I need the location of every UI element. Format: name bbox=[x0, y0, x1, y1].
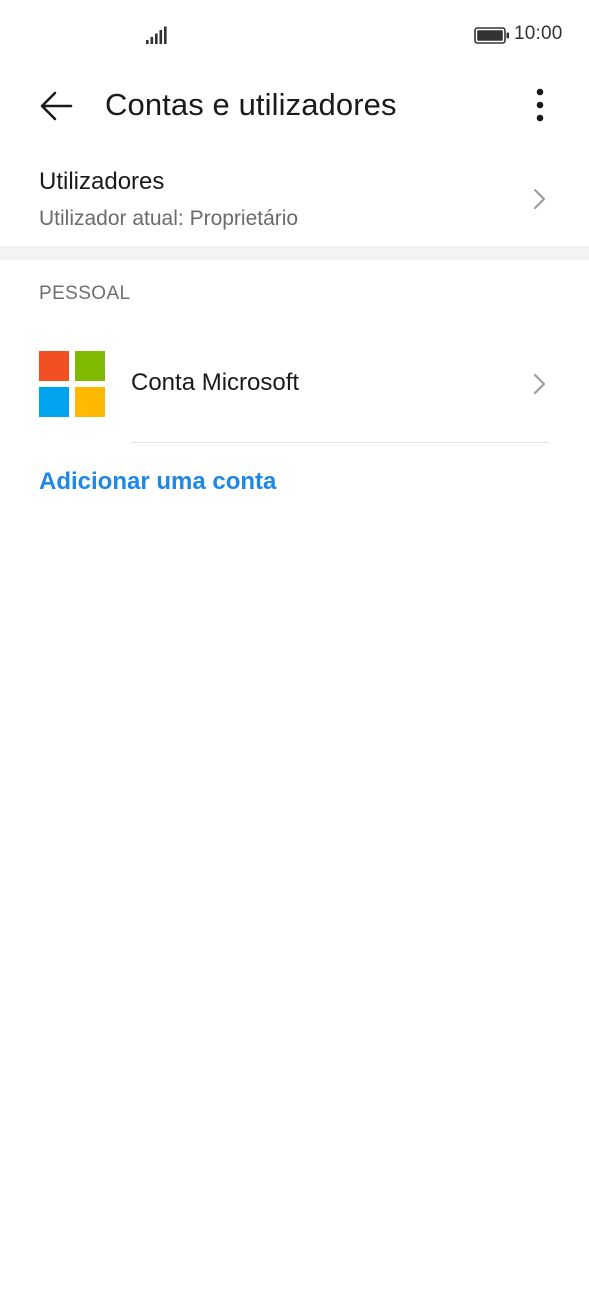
list-divider bbox=[131, 442, 549, 443]
section-header-personal: PESSOAL bbox=[39, 283, 131, 304]
back-arrow-icon bbox=[40, 91, 73, 121]
chevron-right-icon bbox=[534, 189, 545, 209]
page-title: Contas e utilizadores bbox=[105, 87, 397, 122]
users-list-item[interactable]: Utilizadores Utilizador atual: Proprietá… bbox=[0, 150, 589, 246]
status-time: 10:00 bbox=[514, 23, 563, 44]
account-item-microsoft[interactable]: Conta Microsoft bbox=[0, 330, 589, 442]
signal-bars-icon bbox=[146, 26, 167, 44]
battery-full-icon bbox=[474, 27, 509, 44]
section-divider bbox=[0, 246, 589, 260]
back-button[interactable] bbox=[36, 86, 80, 126]
chevron-right-icon bbox=[534, 374, 545, 394]
current-user-subtitle: Utilizador atual: Proprietário bbox=[39, 207, 299, 230]
account-label: Conta Microsoft bbox=[131, 369, 300, 396]
app-bar: Contas e utilizadores bbox=[0, 72, 589, 142]
more-options-button[interactable] bbox=[526, 86, 554, 126]
add-account-link[interactable]: Adicionar uma conta bbox=[39, 468, 276, 496]
more-vertical-icon bbox=[536, 88, 544, 122]
users-title: Utilizadores bbox=[39, 168, 165, 195]
microsoft-logo-icon bbox=[39, 351, 105, 417]
status-bar: 10:00 bbox=[0, 0, 589, 72]
